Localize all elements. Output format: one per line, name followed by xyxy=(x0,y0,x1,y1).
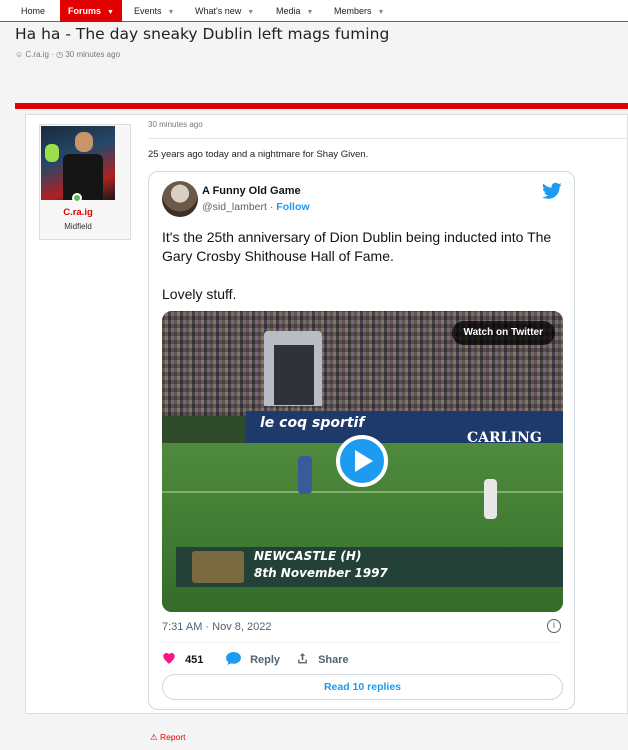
tweet-text-line1: It's the 25th anniversary of Dion Dublin… xyxy=(162,229,552,264)
tweet-text-line2: Lovely stuff. xyxy=(162,286,237,302)
thread-title: Ha ha - The day sneaky Dublin left mags … xyxy=(15,25,390,43)
video-player-shape xyxy=(298,456,312,494)
share-button[interactable]: Share xyxy=(296,650,349,670)
chevron-down-icon: ▼ xyxy=(306,9,314,16)
watch-on-twitter-button[interactable]: Watch on Twitter xyxy=(451,321,555,345)
embedded-tweet: A Funny Old Game @sid_lambert · Follow I… xyxy=(148,171,575,710)
nav-events-label: Events xyxy=(134,6,162,16)
nav-events[interactable]: Events ▼ xyxy=(126,0,182,22)
avatar[interactable] xyxy=(41,126,115,200)
user-icon: ☺ xyxy=(15,50,24,59)
video-tunnel-opening xyxy=(274,345,314,405)
like-count: 451 xyxy=(185,654,204,666)
clock-icon: ◷ xyxy=(56,50,64,59)
nav-members-label: Members xyxy=(334,6,372,16)
nav-home[interactable]: Home xyxy=(13,0,53,22)
top-navigation: Home Forums ▼ Events ▼ What's new ▼ Media ▼ … xyxy=(0,0,628,22)
chevron-down-icon: ▼ xyxy=(377,9,385,16)
nav-whats-new-label: What's new xyxy=(195,6,242,16)
avatar-shirt-shape xyxy=(63,154,103,200)
chevron-down-icon: ▼ xyxy=(107,9,114,16)
thread-meta: ☺ C.ra.ig · ◷ 30 minutes ago xyxy=(15,50,120,59)
video-advert-text: le coq sportif xyxy=(260,415,365,431)
tweet-author-avatar[interactable] xyxy=(162,181,198,217)
report-link[interactable]: ⚠ Report xyxy=(150,732,186,743)
nav-media-label: Media xyxy=(276,6,301,16)
separator: · xyxy=(51,50,54,59)
heart-icon xyxy=(163,653,175,665)
video-caption-line2: 8th November 1997 xyxy=(254,566,388,580)
twitter-bird-icon[interactable] xyxy=(542,182,562,200)
nav-forums-label: Forums xyxy=(68,6,102,16)
tweet-timestamp[interactable]: 7:31 AM · Nov 8, 2022 xyxy=(162,621,271,633)
post-username[interactable]: C.ra.ig xyxy=(40,207,116,218)
report-label: Report xyxy=(160,732,186,742)
thread-header-bar xyxy=(15,103,628,109)
thread-time[interactable]: 30 minutes ago xyxy=(65,50,120,59)
video-player-shape xyxy=(484,479,497,519)
video-crest-shape xyxy=(192,551,244,583)
divider xyxy=(162,642,562,643)
info-icon[interactable]: i xyxy=(547,619,561,633)
divider xyxy=(148,138,628,139)
nav-forums[interactable]: Forums ▼ xyxy=(60,0,122,22)
thread-author-link[interactable]: C.ra.ig xyxy=(25,50,49,59)
like-button[interactable]: 451 xyxy=(162,650,203,670)
tweet-body: It's the 25th anniversary of Dion Dublin… xyxy=(162,228,562,323)
alert-icon: ⚠ xyxy=(150,732,158,742)
share-label: Share xyxy=(318,654,349,666)
avatar-glove-shape xyxy=(45,144,59,162)
avatar-face-shape xyxy=(75,132,93,152)
follow-button[interactable]: Follow xyxy=(276,201,309,213)
reply-button[interactable]: Reply xyxy=(226,650,280,670)
tweet-video[interactable]: le coq sportif CARLING NEWCASTLE (H) 8th… xyxy=(162,311,563,612)
nav-home-label: Home xyxy=(21,6,46,16)
chevron-down-icon: ▼ xyxy=(247,9,255,16)
post-text: 25 years ago today and a nightmare for S… xyxy=(148,149,369,160)
online-status-icon xyxy=(72,193,82,203)
tweet-handle[interactable]: @sid_lambert xyxy=(202,201,267,213)
reply-bubble-icon xyxy=(226,652,241,665)
user-card: C.ra.ig Midfield xyxy=(39,124,131,240)
post-time[interactable]: 30 minutes ago xyxy=(148,120,203,129)
video-pitch-line xyxy=(162,491,563,493)
reply-label: Reply xyxy=(250,654,281,666)
tweet-display-name[interactable]: A Funny Old Game xyxy=(202,185,301,197)
nav-media[interactable]: Media ▼ xyxy=(268,0,321,22)
nav-whats-new[interactable]: What's new ▼ xyxy=(187,0,262,22)
play-icon xyxy=(355,450,373,472)
nav-members[interactable]: Members ▼ xyxy=(326,0,392,22)
video-caption-line1: NEWCASTLE (H) xyxy=(254,549,362,563)
tweet-handle-line: @sid_lambert · Follow xyxy=(202,201,310,213)
post-user-title: Midfield xyxy=(64,222,92,231)
share-icon xyxy=(298,653,307,664)
chevron-down-icon: ▼ xyxy=(167,9,175,16)
read-replies-button[interactable]: Read 10 replies xyxy=(162,674,563,700)
